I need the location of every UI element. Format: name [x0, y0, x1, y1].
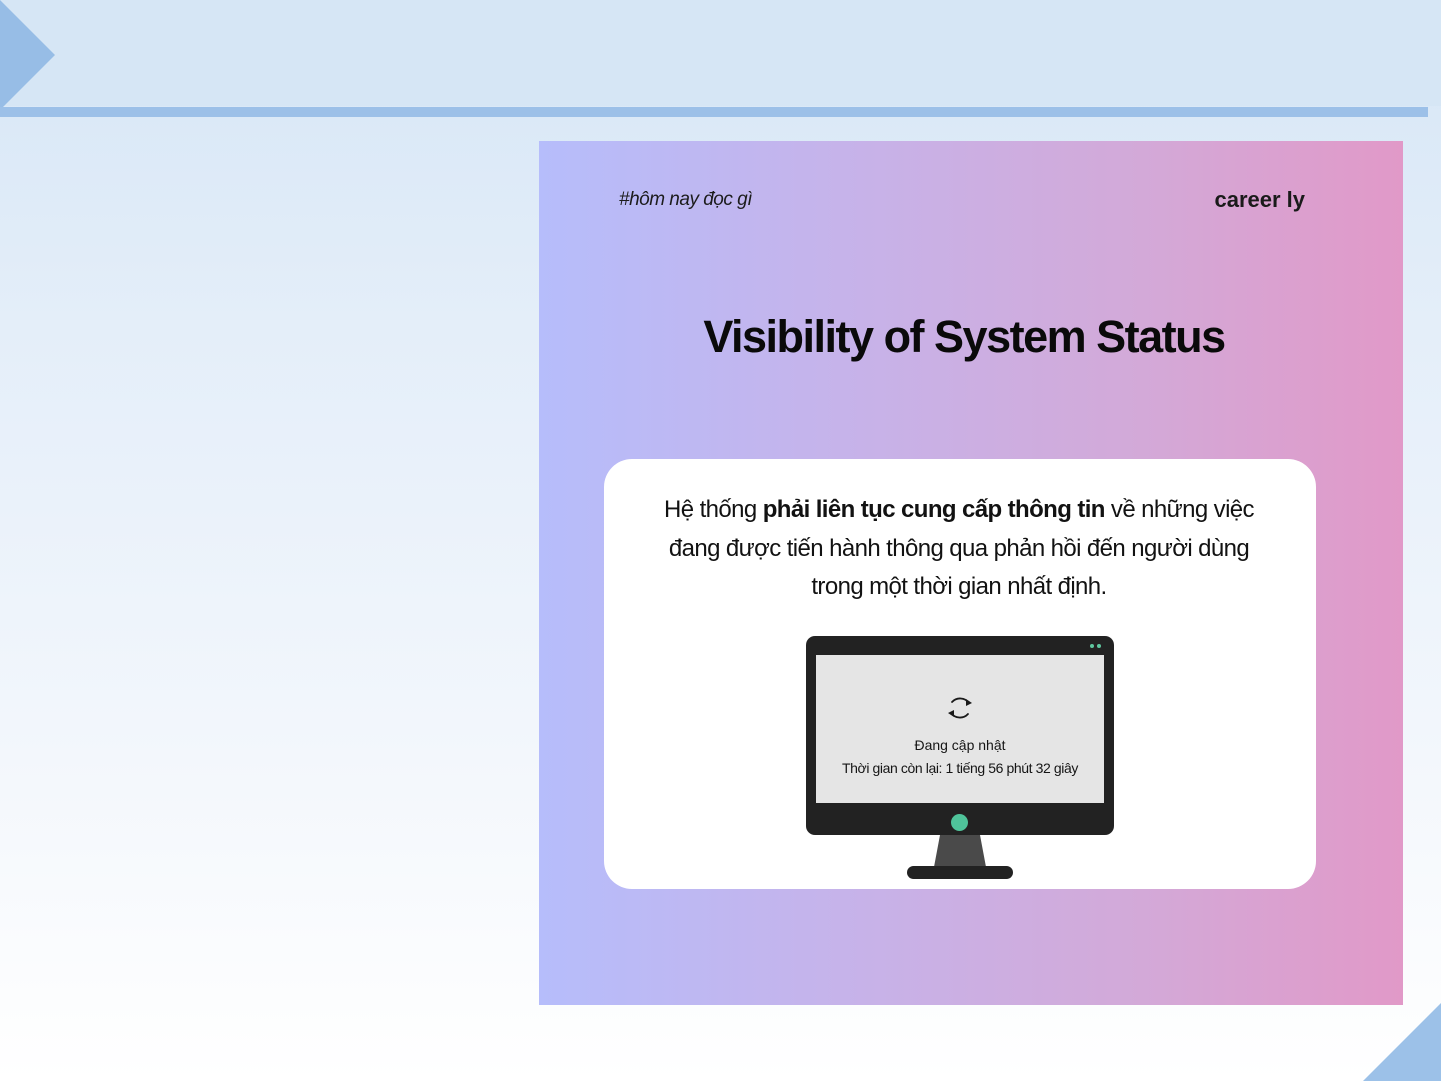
- content-card: Hệ thống phải liên tục cung cấp thông ti…: [604, 459, 1316, 889]
- sync-icon: [948, 697, 972, 719]
- monitor-stand-base: [907, 866, 1013, 879]
- indicator-dot: [1097, 644, 1101, 648]
- description-bold: phải liên tục cung cấp thông tin: [762, 496, 1106, 523]
- remaining-time-text: Thời gian còn lại: 1 tiếng 56 phút 32 gi…: [842, 760, 1078, 776]
- monitor-stand-neck: [934, 835, 986, 867]
- top-banner: [0, 0, 1441, 106]
- corner-decoration: [1363, 1003, 1441, 1081]
- brand-logo: career ly: [1214, 187, 1305, 212]
- slide-image: #hôm nay đọc gì career ly Visibility of …: [539, 141, 1403, 1005]
- arrow-decoration: [0, 0, 55, 110]
- top-divider: [0, 107, 1428, 117]
- description-part1: Hệ thống: [664, 496, 763, 523]
- monitor-screen: Đang cập nhật Thời gian còn lại: 1 tiếng…: [816, 655, 1104, 803]
- description-text: Hệ thống phải liên tục cung cấp thông ti…: [644, 491, 1274, 607]
- monitor-illustration: Đang cập nhật Thời gian còn lại: 1 tiếng…: [806, 636, 1114, 835]
- hashtag-label: #hôm nay đọc gì: [619, 189, 752, 210]
- indicator-dot: [1090, 644, 1094, 648]
- power-indicator: [951, 814, 968, 831]
- slide-title: Visibility of System Status: [703, 311, 1226, 362]
- update-status-text: Đang cập nhật: [914, 737, 1006, 753]
